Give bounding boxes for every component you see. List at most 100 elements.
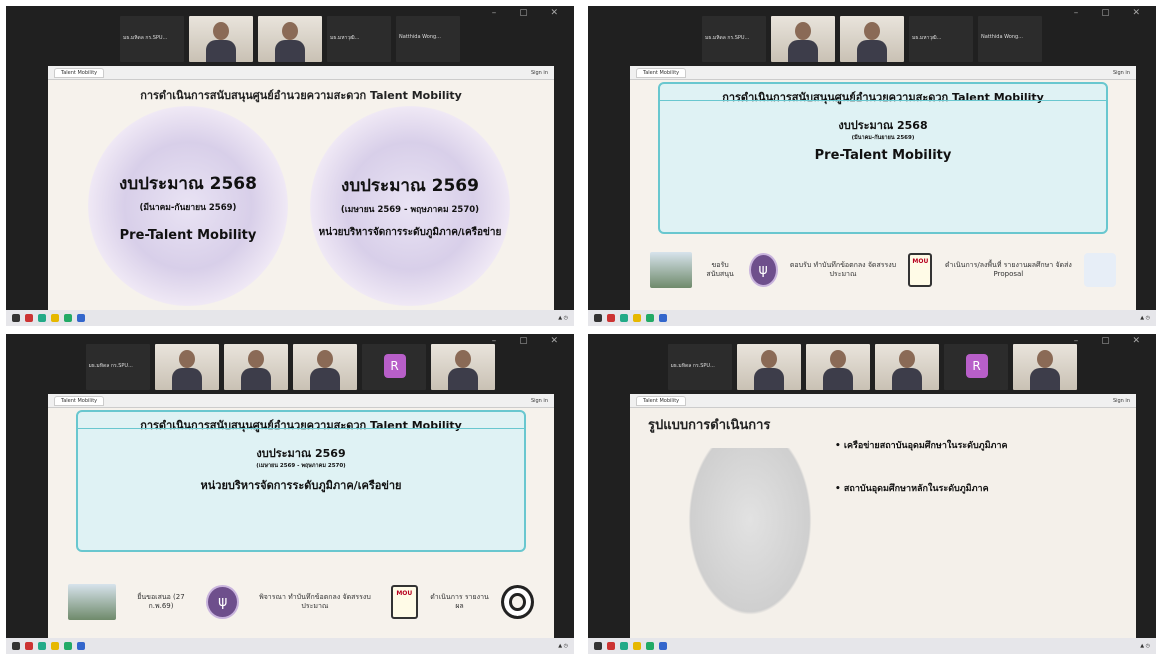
meeting-window-4: – ▢ ✕ มธ.มหิดล กร.SPU... R Talent Mobili… [588,334,1156,654]
browser-toolbar: Talent Mobility Sign in [48,394,554,408]
system-tray: ▲ ◷ [1140,643,1150,649]
process-steps: ยื่นขอเสนอ (27 ก.พ.69) ψ พิจารณา ทำบันทึ… [68,584,534,620]
system-tray: ▲ ◷ [558,315,568,321]
participant-tile[interactable] [874,344,939,390]
participant-tile[interactable]: มธ.มหิดล กร.SPU... [667,344,732,390]
system-tray: ▲ ◷ [1140,315,1150,321]
browser-icon[interactable] [659,642,667,650]
app-icon[interactable] [25,314,33,322]
participant-tile[interactable] [736,344,801,390]
participant-tile[interactable] [258,16,322,62]
budget-2568-circle: งบประมาณ 2568 (มีนาคม-กันยายน 2569) Pre-… [88,106,288,306]
app-icon[interactable] [64,642,72,650]
participant-tile[interactable]: Natthida Wong... [396,16,460,62]
meeting-window-3: – ▢ ✕ มธ.มหิดล กร.SPU... R Talent Mobili… [6,334,574,654]
section-heading: • เครือข่ายสถาบันอุดมศึกษาในระดับภูมิภาค [835,441,1008,451]
slide-title: รูปแบบการดำเนินการ [648,418,771,433]
university-logo-icon: ψ [748,253,778,287]
app-icon[interactable] [620,642,628,650]
app-icon[interactable] [646,314,654,322]
participant-tile[interactable] [430,344,495,390]
start-icon[interactable] [594,314,602,322]
participant-tile[interactable] [805,344,870,390]
participant-tile[interactable]: มธ.มหาวุฒิ... [909,16,973,62]
participant-tile[interactable] [154,344,219,390]
app-icon[interactable] [646,642,654,650]
participant-tile[interactable]: R [361,344,426,390]
mou-document-icon: MOU [908,253,933,287]
app-icon[interactable] [607,314,615,322]
app-icon[interactable] [38,642,46,650]
shared-slide: การดำเนินการสนับสนุนศูนย์อำนวยความสะดวก … [48,80,554,310]
participant-gallery: มธ.มหิดล กร.SPU... มธ.มหาวุฒิ... Natthid… [588,16,1156,66]
university-logo-icon: ψ [206,585,239,619]
app-icon[interactable] [25,642,33,650]
slide-title: การดำเนินการสนับสนุนศูนย์อำนวยความสะดวก … [140,419,462,432]
browser-icon[interactable] [77,314,85,322]
shared-slide: การดำเนินการสนับสนุนศูนย์อำนวยความสะดวก … [48,408,554,638]
shared-slide: รูปแบบการดำเนินการ • เครือข่ายสถาบันอุดม… [630,408,1136,638]
folder-icon[interactable] [51,314,59,322]
participant-tile[interactable] [771,16,835,62]
participant-tile[interactable] [189,16,253,62]
participant-gallery: มธ.มหิดล กร.SPU... มธ.มหาวุฒิ... Natthid… [6,16,574,66]
browser-toolbar: Talent Mobility Sign in [630,66,1136,80]
participant-tile[interactable]: R [943,344,1008,390]
thailand-map [680,448,820,628]
target-icon [501,585,534,619]
slide-title: การดำเนินการสนับสนุนศูนย์อำนวยความสะดวก … [140,89,462,102]
app-icon[interactable] [64,314,72,322]
taskbar: ▲ ◷ [588,638,1156,654]
participant-tile[interactable] [223,344,288,390]
sign-in-button[interactable]: Sign in [531,398,548,404]
taskbar: ▲ ◷ [6,310,574,326]
browser-toolbar: Talent Mobility Sign in [630,394,1136,408]
mou-document-icon: MOU [390,585,418,619]
sign-in-button[interactable]: Sign in [1113,70,1130,76]
start-icon[interactable] [12,642,20,650]
avatar: R [383,354,406,378]
section-heading: • สถาบันอุดมศึกษาหลักในระดับภูมิภาค [835,484,989,495]
building-image [650,252,692,288]
participant-gallery: มธ.มหิดล กร.SPU... R [588,344,1156,394]
participant-tile[interactable]: มธ.มหาวุฒิ... [327,16,391,62]
participant-tile[interactable] [292,344,357,390]
budget-card: การดำเนินการสนับสนุนศูนย์อำนวยความสะดวก … [76,410,526,552]
app-icon[interactable] [38,314,46,322]
system-tray: ▲ ◷ [558,643,568,649]
budget-card: การดำเนินการสนับสนุนศูนย์อำนวยความสะดวก … [658,82,1108,234]
building-image [68,584,116,620]
browser-tab[interactable]: Talent Mobility [54,67,105,78]
folder-icon[interactable] [51,642,59,650]
process-steps: ขอรับสนับสนุน ψ ตอบรับ ทำบันทึกข้อตกลง จ… [650,252,1117,288]
shared-slide: การดำเนินการสนับสนุนศูนย์อำนวยความสะดวก … [630,80,1136,310]
sign-in-button[interactable]: Sign in [1113,398,1130,404]
taskbar: ▲ ◷ [6,638,574,654]
browser-tab[interactable]: Talent Mobility [636,67,687,78]
folder-icon[interactable] [633,642,641,650]
start-icon[interactable] [12,314,20,322]
folder-icon[interactable] [633,314,641,322]
browser-icon[interactable] [77,642,85,650]
participant-tile[interactable] [840,16,904,62]
participant-gallery: มธ.มหิดล กร.SPU... R [6,344,574,394]
sign-in-button[interactable]: Sign in [531,70,548,76]
app-icon[interactable] [620,314,628,322]
participant-tile[interactable]: มธ.มหิดล กร.SPU... [702,16,766,62]
participant-tile[interactable] [1012,344,1077,390]
budget-2569-circle: งบประมาณ 2569 (เมษายน 2569 - พฤษภาคม 257… [310,106,510,306]
meeting-window-2: – ▢ ✕ มธ.มหิดล กร.SPU... มธ.มหาวุฒิ... N… [588,6,1156,326]
app-icon[interactable] [607,642,615,650]
participant-tile[interactable]: มธ.มหิดล กร.SPU... [85,344,150,390]
browser-tab[interactable]: Talent Mobility [54,395,105,406]
browser-icon[interactable] [659,314,667,322]
start-icon[interactable] [594,642,602,650]
browser-tab[interactable]: Talent Mobility [636,395,687,406]
browser-toolbar: Talent Mobility Sign in [48,66,554,80]
meeting-window-1: – ▢ ✕ มธ.มหิดล กร.SPU... มธ.มหาวุฒิ... N… [6,6,574,326]
participant-tile[interactable]: Natthida Wong... [978,16,1042,62]
search-report-icon [1084,253,1117,287]
taskbar: ▲ ◷ [588,310,1156,326]
participant-tile[interactable]: มธ.มหิดล กร.SPU... [120,16,184,62]
slide-content: • เครือข่ายสถาบันอุดมศึกษาในระดับภูมิภาค… [835,436,1116,499]
